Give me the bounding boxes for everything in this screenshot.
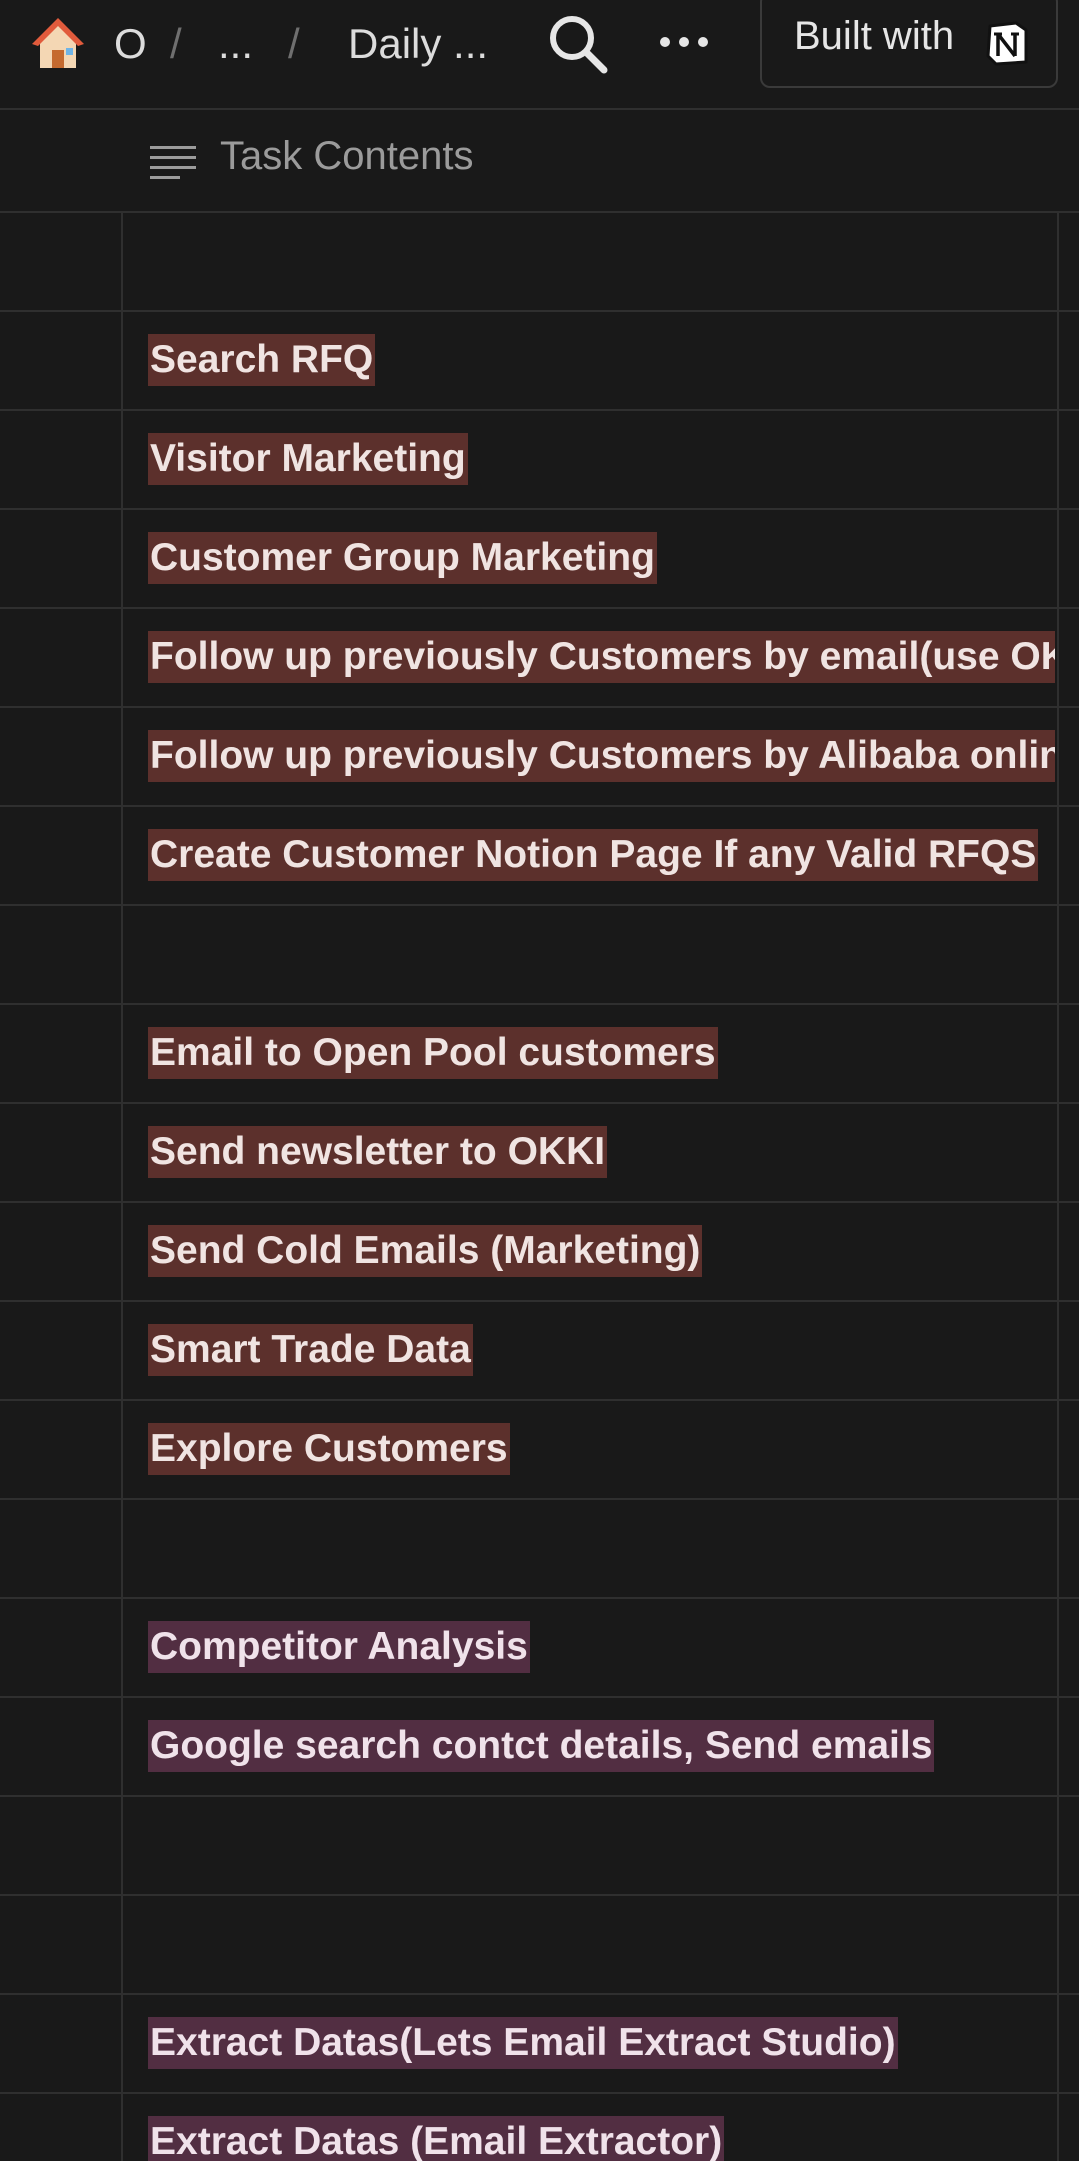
column-divider xyxy=(121,213,123,2161)
task-content-tag: Google search contct details, Send email… xyxy=(148,1720,935,1772)
task-content-tag: Send newsletter to OKKI xyxy=(148,1126,608,1178)
table-row[interactable]: Extract Datas(Lets Email Extract Studio) xyxy=(0,1995,1079,2094)
table-row[interactable] xyxy=(0,213,1079,312)
breadcrumb-separator: / xyxy=(288,20,300,67)
task-content-tag: Extract Datas (Email Extractor) xyxy=(148,2116,725,2161)
task-content-tag: Search RFQ xyxy=(148,334,376,386)
task-content-tag: Create Customer Notion Page If any Valid… xyxy=(148,829,1039,881)
task-content-tag: Email to Open Pool customers xyxy=(148,1027,718,1079)
top-bar: O / ... / Daily ... Built with xyxy=(0,0,1079,110)
table-row[interactable]: Send newsletter to OKKI xyxy=(0,1104,1079,1203)
column-header[interactable]: Task Contents xyxy=(0,110,1079,213)
table-row[interactable]: Google search contct details, Send email… xyxy=(0,1698,1079,1797)
table-row[interactable]: Explore Customers xyxy=(0,1401,1079,1500)
column-divider xyxy=(1057,213,1059,2161)
table-row[interactable]: Visitor Marketing xyxy=(0,411,1079,510)
breadcrumb-page[interactable]: Daily ... xyxy=(348,16,488,72)
task-content-tag: Follow up previously Customers by Alibab… xyxy=(148,730,1055,782)
task-table: Search RFQ Visitor Marketing Customer Gr… xyxy=(0,213,1079,2161)
built-with-label: Built with xyxy=(794,14,955,58)
table-row[interactable]: Follow up previously Customers by email(… xyxy=(0,609,1079,708)
table-row[interactable]: Send Cold Emails (Marketing) xyxy=(0,1203,1079,1302)
table-row[interactable]: Customer Group Marketing xyxy=(0,510,1079,609)
table-row[interactable]: Extract Datas (Email Extractor) xyxy=(0,2094,1079,2161)
table-row[interactable] xyxy=(0,1500,1079,1599)
breadcrumb-workspace[interactable]: O xyxy=(114,16,147,72)
table-row[interactable]: Competitor Analysis xyxy=(0,1599,1079,1698)
breadcrumb-separator: / xyxy=(170,20,182,67)
table-row[interactable]: Follow up previously Customers by Alibab… xyxy=(0,708,1079,807)
home-icon[interactable] xyxy=(30,16,86,72)
task-content-tag: Follow up previously Customers by email(… xyxy=(148,631,1055,683)
table-row[interactable] xyxy=(0,1896,1079,1995)
task-content-tag: Send Cold Emails (Marketing) xyxy=(148,1225,703,1277)
task-content-tag: Smart Trade Data xyxy=(148,1324,473,1376)
table-row[interactable]: Smart Trade Data xyxy=(0,1302,1079,1401)
built-with-notion-button[interactable]: Built with xyxy=(760,0,1058,88)
table-row[interactable]: Search RFQ xyxy=(0,312,1079,411)
search-icon[interactable] xyxy=(546,12,610,76)
more-icon[interactable] xyxy=(656,20,712,64)
task-content-tag: Competitor Analysis xyxy=(148,1621,530,1673)
column-title: Task Contents xyxy=(220,134,474,178)
table-row[interactable] xyxy=(0,906,1079,1005)
task-content-tag: Customer Group Marketing xyxy=(148,532,657,584)
task-content-tag: Extract Datas(Lets Email Extract Studio) xyxy=(148,2017,898,2069)
task-content-tag: Visitor Marketing xyxy=(148,433,468,485)
breadcrumb-ellipsis[interactable]: ... xyxy=(218,16,253,72)
table-row[interactable]: Email to Open Pool customers xyxy=(0,1005,1079,1104)
task-content-tag: Explore Customers xyxy=(148,1423,510,1475)
notion-logo-icon xyxy=(984,20,1030,66)
text-lines-icon xyxy=(150,140,198,188)
table-row[interactable]: Create Customer Notion Page If any Valid… xyxy=(0,807,1079,906)
table-row[interactable] xyxy=(0,1797,1079,1896)
